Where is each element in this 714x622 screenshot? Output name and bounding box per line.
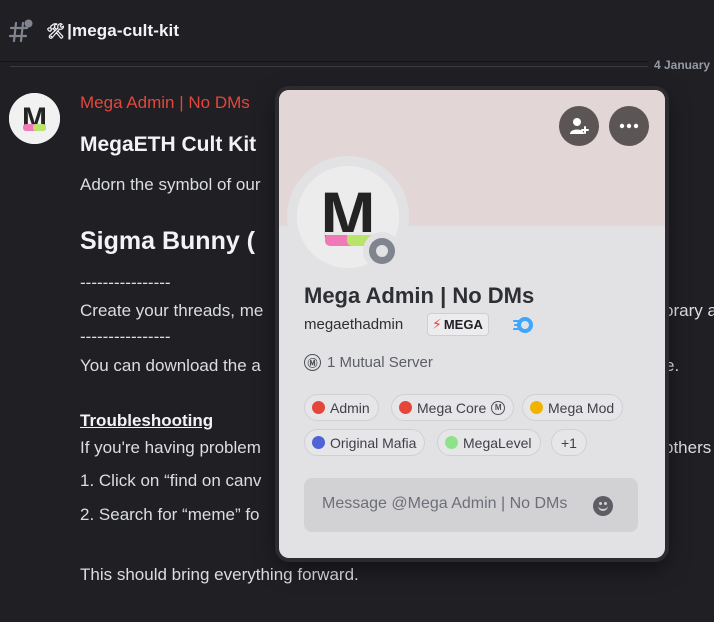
more-options-button[interactable] (609, 106, 649, 146)
role-chip[interactable]: Mega Mod (522, 394, 624, 421)
date-divider (10, 66, 714, 67)
role-icon: M (491, 400, 506, 415)
role-color-dot (312, 436, 325, 449)
role-chip[interactable]: Mega Core M (391, 394, 515, 421)
profile-popout: M Mega Admin | No DMs megaethadmin ⚡ MEG… (279, 90, 665, 558)
profile-display-name: Mega Admin | No DMs (304, 283, 535, 308)
message-separator: ---------------- (80, 327, 171, 346)
more-options-icon (619, 123, 639, 129)
message-text: This should bring everything forward. (80, 565, 359, 584)
role-chip[interactable]: Admin (304, 394, 379, 421)
message-step: 1. Click on “find on canv (80, 471, 262, 490)
mutual-servers[interactable]: Ⓜ 1 Mutual Server (304, 354, 433, 371)
message-heading: Sigma Bunny ( (80, 227, 256, 255)
nitro-badge-icon[interactable] (513, 315, 535, 335)
offline-status-icon (363, 232, 401, 270)
role-label: Original Mafia (330, 434, 417, 451)
role-chip[interactable]: Original Mafia (304, 429, 426, 456)
message-text: others (664, 438, 712, 457)
message-author[interactable]: Mega Admin | No DMs (80, 93, 250, 113)
tools-emoji: 🛠 (46, 23, 66, 40)
message-text: e. (665, 356, 680, 375)
date-divider-label: 4 January (648, 58, 714, 72)
role-label: MegaLevel (463, 434, 532, 451)
role-color-dot (312, 401, 325, 414)
mutual-server-icon: Ⓜ (304, 354, 321, 371)
message-input-placeholder: Message @Mega Admin | No DMs (322, 495, 568, 512)
role-label: Mega Mod (548, 399, 615, 416)
profile-message-input[interactable]: Message @Mega Admin | No DMs (304, 478, 638, 532)
role-label: Mega Core (417, 399, 487, 416)
profile-username[interactable]: megaethadmin (304, 316, 403, 333)
role-color-dot (399, 401, 412, 414)
more-roles-button[interactable]: +1 (551, 429, 587, 456)
role-color-dot (445, 436, 458, 449)
message-text: Adorn the symbol of our (80, 175, 261, 194)
message-separator: ---------------- (80, 273, 171, 292)
emoji-smile-icon[interactable] (593, 496, 613, 516)
role-chip[interactable]: MegaLevel (437, 429, 541, 456)
message-step: 2. Search for “meme” fo (80, 505, 260, 524)
message-text: You can download the a (80, 356, 261, 375)
server-tag-label: MEGA (443, 317, 483, 332)
role-label: +1 (561, 434, 577, 451)
add-friend-button[interactable] (559, 106, 599, 146)
add-friend-icon (570, 118, 589, 134)
role-color-dot (530, 401, 543, 414)
threads-hash-icon (9, 19, 33, 43)
lightning-icon: ⚡ (432, 316, 442, 332)
message-text: If you're having problem (80, 438, 261, 457)
author-avatar[interactable]: M (9, 93, 60, 144)
message-title: MegaETH Cult Kit (80, 133, 257, 156)
role-label: Admin (330, 399, 370, 416)
channel-name-text: |mega-cult-kit (67, 21, 180, 40)
message-text: Create your threads, me (80, 301, 264, 320)
mutual-servers-label: 1 Mutual Server (327, 354, 433, 371)
channel-header: 🛠 |mega-cult-kit (0, 0, 714, 62)
message-subheading: Troubleshooting (80, 411, 214, 430)
server-tag-badge[interactable]: ⚡ MEGA (427, 313, 489, 336)
channel-name: 🛠 |mega-cult-kit (46, 21, 179, 41)
mega-logo-icon: M (9, 93, 60, 144)
message-text: orary a (664, 301, 714, 320)
